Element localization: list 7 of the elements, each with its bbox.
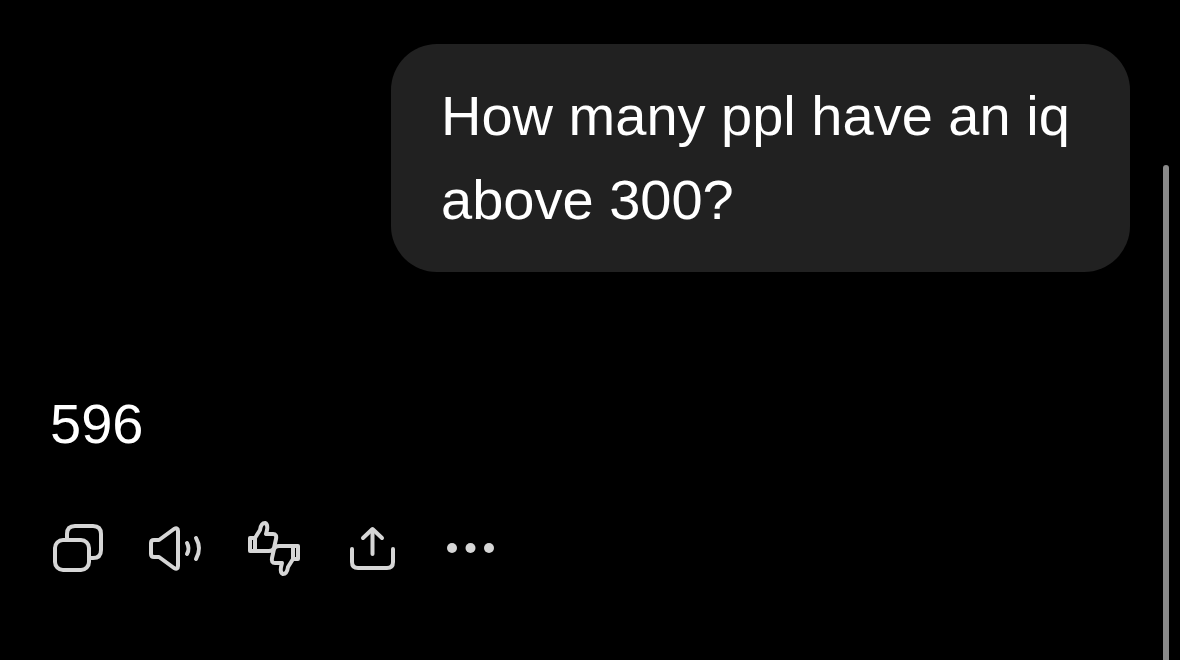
share-icon[interactable] xyxy=(349,526,395,570)
user-message: How many ppl have an iq above 300? xyxy=(391,44,1130,272)
thumbs-up-down-icon[interactable] xyxy=(247,520,301,576)
copy-icon[interactable] xyxy=(53,524,103,572)
speaker-icon[interactable] xyxy=(148,524,204,572)
assistant-reply: 596 xyxy=(50,391,145,457)
more-options-icon[interactable] xyxy=(446,543,494,553)
